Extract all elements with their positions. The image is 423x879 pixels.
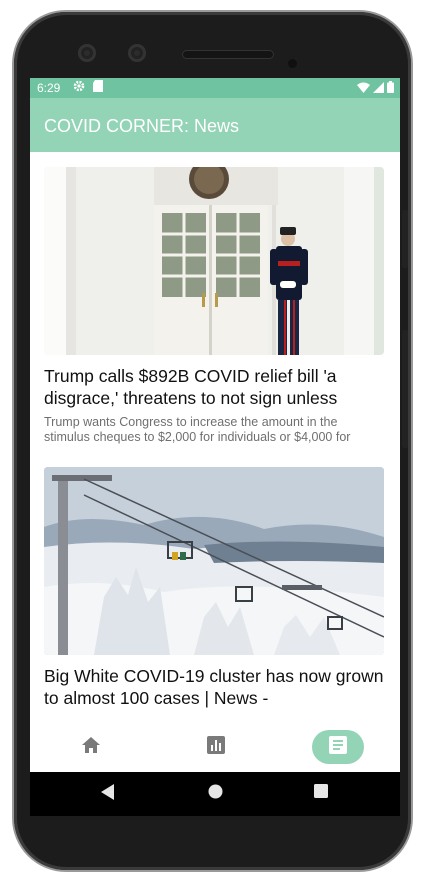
nav-news-button[interactable] [312, 730, 364, 764]
article-headline[interactable]: Trump calls $892B COVID relief bill 'a d… [44, 365, 384, 409]
battery-icon [387, 81, 394, 96]
system-navigation-bar [30, 772, 400, 816]
front-sensor [128, 44, 146, 62]
article-image [44, 467, 384, 655]
article-summary: Trump wants Congress to increase the amo… [44, 415, 351, 444]
sd-card-icon [93, 80, 103, 95]
recents-square-icon[interactable] [314, 784, 328, 803]
nav-home-button[interactable] [74, 730, 108, 764]
app-bar: COVID CORNER: News [30, 98, 400, 152]
front-camera [78, 44, 96, 62]
power-button [402, 330, 408, 448]
article-icon [329, 735, 347, 759]
article-image [44, 167, 384, 355]
cell-signal-icon [373, 81, 384, 96]
home-icon [81, 736, 101, 759]
article-headline[interactable]: Big White COVID-19 cluster has now grown… [44, 665, 384, 709]
wifi-icon [357, 82, 370, 96]
status-bar: 6:29 [30, 78, 400, 98]
bar-chart-icon [207, 735, 225, 759]
settings-gear-icon [73, 80, 85, 95]
home-circle-icon[interactable] [208, 784, 223, 804]
screen: 6:29 COVID CORNER: News Trump calls $892… [30, 78, 400, 772]
earpiece-speaker [182, 50, 274, 59]
volume-button [402, 210, 408, 268]
nav-stats-button[interactable] [199, 730, 233, 764]
back-icon[interactable] [101, 784, 115, 805]
status-time: 6:29 [37, 81, 61, 95]
proximity-sensor [288, 59, 297, 68]
app-title: COVID CORNER: News [44, 116, 240, 136]
bottom-navigation [30, 718, 400, 772]
